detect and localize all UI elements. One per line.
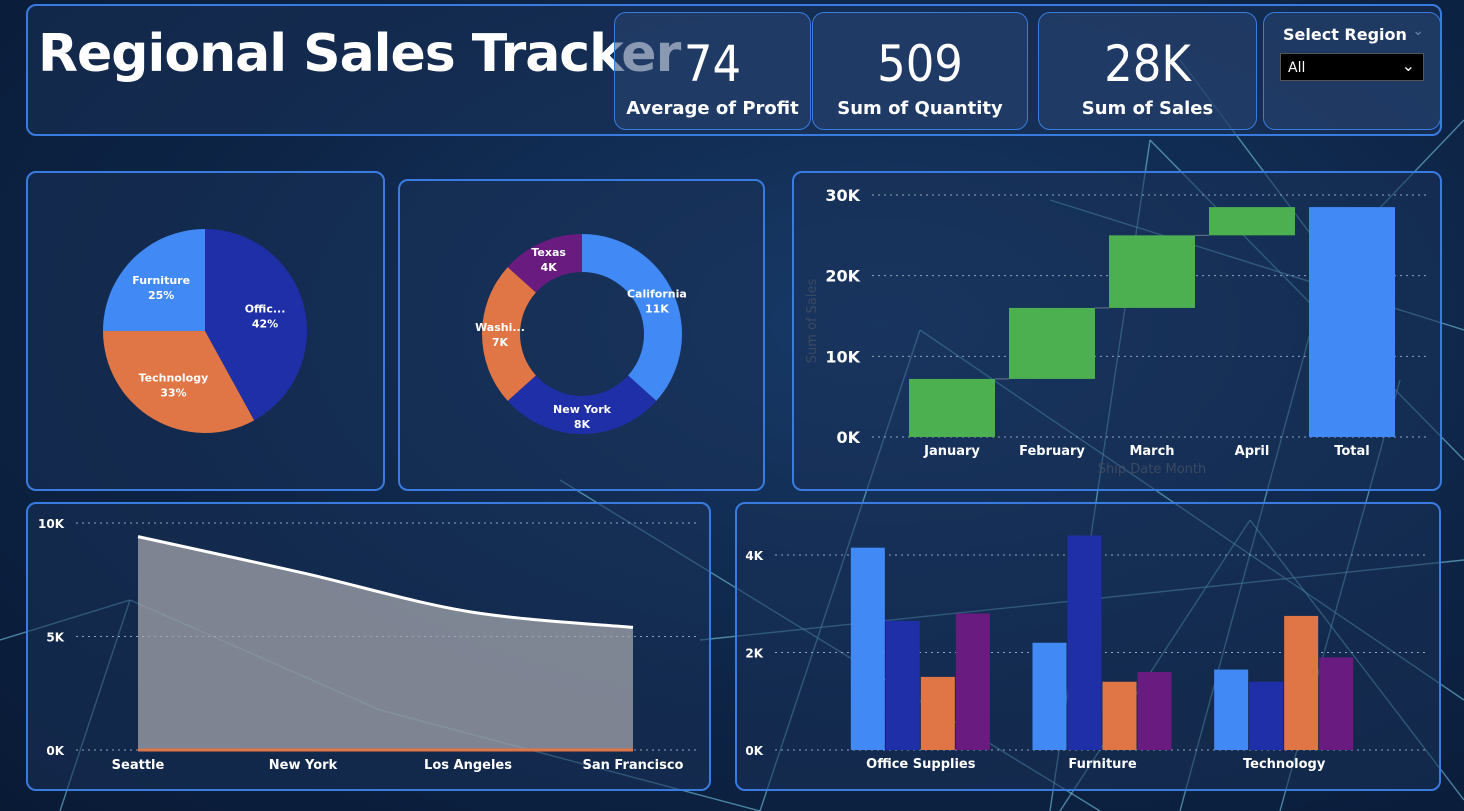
category-bar-chart[interactable]: 0K 2K 4K Office Supplies Furniture Technology: [735, 502, 1441, 791]
x-tick-label: February: [1019, 444, 1085, 459]
kpi-value: 74: [683, 35, 742, 93]
waterfall-bar: [1309, 207, 1395, 437]
bar: [1214, 669, 1249, 750]
slice-label: Texas: [531, 246, 566, 259]
waterfall-bar: [1109, 235, 1195, 308]
x-tick-label: Technology: [1243, 757, 1326, 772]
y-axis-title: Sum of Sales: [805, 279, 820, 364]
region-dropdown[interactable]: All ⌄: [1280, 53, 1424, 81]
x-tick-label: April: [1235, 444, 1270, 459]
slice-value: 25%: [148, 289, 174, 302]
chevron-down-icon: ⌄: [1401, 56, 1415, 75]
y-tick-label: 2K: [745, 647, 763, 661]
slice-label: Washi...: [475, 321, 525, 334]
region-slicer: Select Region ⌄ All ⌄: [1263, 12, 1441, 130]
pie-slice-california: [582, 234, 682, 401]
slice-value: 8K: [574, 418, 591, 431]
slicer-label: Select Region: [1283, 25, 1407, 44]
y-tick-label: 5K: [46, 631, 64, 645]
slice-value: 4K: [541, 261, 558, 274]
bar: [1137, 672, 1172, 750]
bar: [920, 676, 955, 750]
waterfall-bar: [909, 378, 995, 437]
slice-value: 11K: [645, 303, 669, 316]
y-tick-label: 0K: [46, 744, 64, 758]
bar: [1032, 642, 1067, 750]
y-tick-label: 0K: [836, 428, 860, 447]
x-tick-label: Seattle: [112, 758, 165, 773]
area-fill: [138, 536, 633, 750]
waterfall-bar: [1209, 207, 1295, 236]
y-tick-label: 30K: [825, 186, 860, 205]
kpi-label: Sum of Sales: [1081, 98, 1214, 119]
x-tick-label: San Francisco: [583, 758, 684, 773]
kpi-value: 28K: [1104, 35, 1191, 93]
x-tick-label: January: [923, 444, 980, 459]
kpi-card-average-profit[interactable]: 74 Average of Profit: [614, 12, 811, 130]
x-axis-title: Ship Date Month: [1098, 462, 1206, 477]
bar: [885, 620, 920, 750]
slice-value: 42%: [252, 318, 278, 331]
waterfall-bar: [1009, 307, 1095, 379]
y-tick-label: 10K: [825, 347, 860, 366]
state-donut-chart[interactable]: California 11K New York 8K Washi... 7K Texas 4K: [398, 179, 765, 491]
bar: [1284, 615, 1319, 750]
bar: [1249, 681, 1284, 750]
kpi-value: 509: [877, 35, 963, 93]
bar: [955, 613, 990, 750]
category-pie-chart[interactable]: Offic... 42% Technology 33% Furniture 25%: [26, 171, 385, 491]
y-tick-label: 20K: [825, 267, 860, 286]
slice-label: California: [627, 288, 687, 301]
slice-value: 7K: [492, 336, 509, 349]
bar: [1319, 657, 1354, 750]
slice-value: 33%: [160, 386, 186, 399]
bar: [850, 547, 885, 750]
kpi-card-sum-quantity[interactable]: 509 Sum of Quantity: [812, 12, 1028, 130]
y-tick-label: 4K: [745, 549, 763, 563]
slice-label: Technology: [139, 371, 209, 384]
x-tick-label: Los Angeles: [424, 758, 512, 773]
y-tick-label: 0K: [745, 744, 763, 758]
slice-label: Furniture: [132, 274, 190, 287]
slice-label: Offic...: [245, 303, 286, 316]
region-dropdown-value: All: [1288, 60, 1306, 76]
x-tick-label: Total: [1334, 444, 1370, 459]
page-title: Regional Sales Tracker: [38, 24, 681, 84]
y-tick-label: 10K: [38, 517, 65, 531]
slice-label: New York: [553, 403, 612, 416]
kpi-label: Average of Profit: [626, 98, 799, 119]
bar: [1067, 535, 1102, 750]
chevron-down-icon[interactable]: ⌄: [1412, 23, 1424, 39]
kpi-label: Sum of Quantity: [837, 98, 1003, 119]
city-area-chart[interactable]: 0K 5K 10K Seattle New York Los Angeles San Fra…: [26, 502, 711, 791]
x-tick-label: New York: [269, 758, 338, 773]
x-tick-label: Furniture: [1068, 757, 1136, 772]
bar: [1102, 681, 1137, 750]
x-tick-label: Office Supplies: [866, 757, 976, 772]
x-tick-label: March: [1129, 444, 1174, 459]
kpi-card-sum-sales[interactable]: 28K Sum of Sales: [1038, 12, 1257, 130]
pie-slice-washington: [482, 267, 536, 401]
waterfall-chart[interactable]: 0K 10K 20K 30K Sum of Sales Ship Date Month Ja…: [792, 171, 1442, 491]
